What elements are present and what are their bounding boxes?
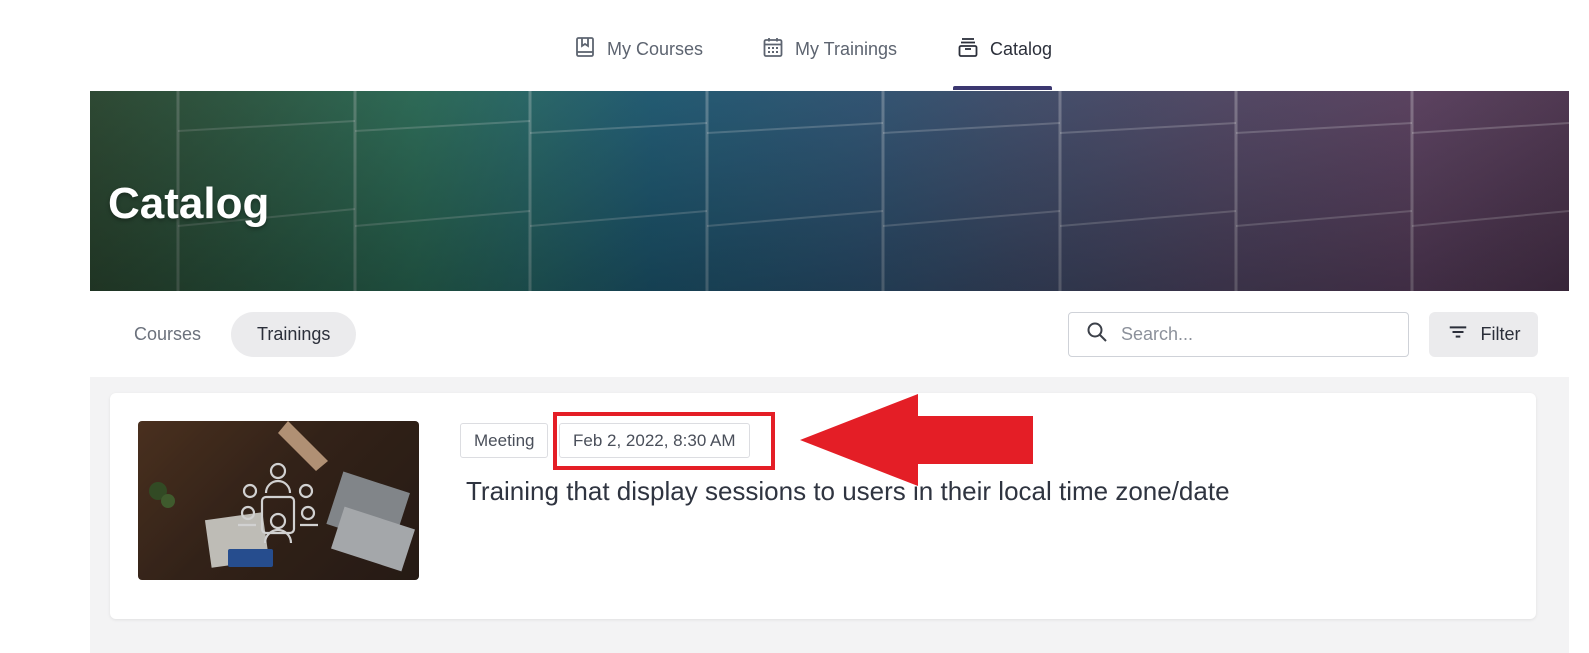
page-title: Catalog [108,179,270,228]
search-box [1068,312,1409,357]
active-tab-indicator [953,86,1052,90]
training-type-badge: Meeting [460,423,549,458]
hero-overlay [90,91,1569,291]
nav-my-trainings[interactable]: My Trainings [761,34,897,64]
red-arrow-icon [800,394,1033,486]
filter-button[interactable]: Filter [1429,312,1538,357]
nav-catalog-label: Catalog [990,38,1053,59]
filter-icon [1447,321,1469,348]
top-navigation: My Courses My Trainings Catalog [0,0,1589,91]
tab-trainings[interactable]: Trainings [231,312,357,357]
catalog-tray-icon [956,35,980,64]
catalog-tabs: Courses Trainings [112,312,357,357]
date-highlight-box [553,412,775,470]
training-thumbnail [138,421,419,580]
calendar-icon [761,35,785,64]
bookmark-book-icon [573,35,597,64]
filter-label: Filter [1480,324,1521,344]
search-input[interactable] [1121,324,1381,345]
hero-banner: Catalog [90,91,1569,291]
nav-catalog[interactable]: Catalog [956,34,1052,64]
tab-courses[interactable]: Courses [112,312,223,357]
nav-my-courses-label: My Courses [607,38,704,59]
nav-my-courses[interactable]: My Courses [573,34,703,64]
search-icon [1085,320,1109,349]
nav-my-trainings-label: My Trainings [795,38,898,59]
